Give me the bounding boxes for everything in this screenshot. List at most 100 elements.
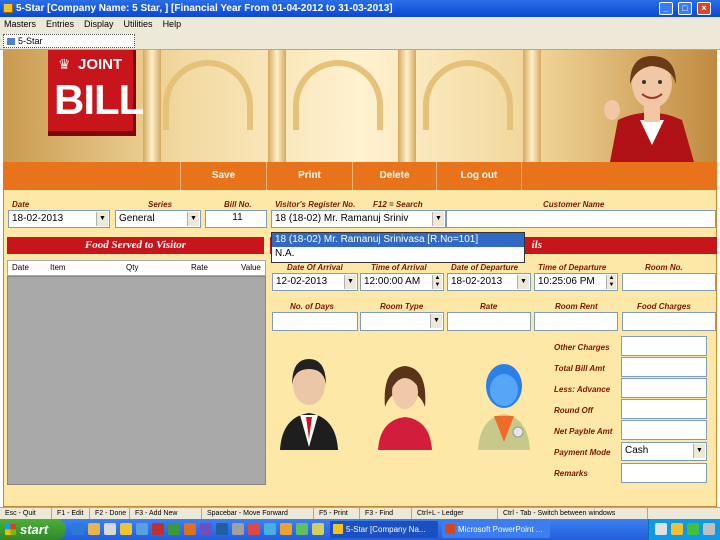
column-item[interactable]: Item (50, 263, 66, 272)
spinner-icon[interactable]: ▲ ▼ (432, 275, 442, 289)
menu-masters[interactable]: Masters (4, 19, 36, 29)
woman-user-icon (376, 362, 434, 450)
tray-volume-icon[interactable] (671, 523, 683, 535)
column-qty[interactable]: Qty (126, 263, 138, 272)
advance-label: Less: Advance (554, 385, 611, 394)
quicklaunch-ie-icon[interactable] (72, 523, 84, 535)
form-icon (7, 38, 15, 45)
delete-button[interactable]: Delete (352, 162, 436, 190)
maximize-button[interactable]: □ (678, 2, 692, 15)
visitor-register-select[interactable]: 18 (18-02) Mr. Ramanuj Sriniv ▼ (271, 210, 446, 228)
tray-network-icon[interactable] (655, 523, 667, 535)
arrival-date-label: Date Of Arrival (287, 263, 343, 272)
tray-security-icon[interactable] (687, 523, 699, 535)
food-section-header: Food Served to Visitor (7, 237, 264, 254)
minimize-button[interactable]: _ (659, 2, 673, 15)
menu-utilities[interactable]: Utilities (124, 19, 153, 29)
register-option-selected[interactable]: 18 (18-02) Mr. Ramanuj Srinivasa [R.No=1… (272, 233, 524, 247)
customer-name-input[interactable] (446, 210, 716, 228)
other-charges-label: Other Charges (554, 343, 610, 352)
quicklaunch-folder-icon[interactable] (88, 523, 100, 535)
start-button[interactable]: start (0, 519, 66, 540)
quicklaunch-red-icon[interactable] (248, 523, 260, 535)
food-grid-body[interactable] (7, 276, 266, 485)
quicklaunch-orange-icon[interactable] (184, 523, 196, 535)
days-label: No. of Days (290, 302, 335, 311)
tray-misc-icon[interactable] (703, 523, 715, 535)
bill-no-label: Bill No. (224, 200, 252, 209)
guest-user-icon (476, 354, 532, 450)
column-rate[interactable]: Rate (191, 263, 208, 272)
quicklaunch-purple-icon[interactable] (200, 523, 212, 535)
register-option-na[interactable]: N.A. (272, 247, 524, 261)
quicklaunch-tool-icon[interactable] (152, 523, 164, 535)
menu-bar: Masters Entries Display Utilities Help (0, 17, 720, 31)
quicklaunch-green-icon[interactable] (168, 523, 180, 535)
series-select[interactable]: General ▼ (115, 210, 201, 228)
remarks-input[interactable] (621, 463, 707, 483)
logout-button[interactable]: Log out (436, 162, 522, 190)
save-button[interactable]: Save (180, 162, 266, 190)
joint-bill-logo: ♛ JOINT BILL (48, 50, 144, 136)
food-charges-input[interactable] (622, 312, 716, 331)
rate-label: Rate (480, 302, 498, 311)
quicklaunch-cyan-icon[interactable] (264, 523, 276, 535)
room-type-select[interactable]: ▼ (360, 312, 444, 331)
mdi-tab-bar: 5-Star (0, 31, 720, 50)
chevron-down-icon[interactable]: ▼ (693, 444, 705, 458)
column-value[interactable]: Value (241, 263, 261, 272)
chevron-down-icon[interactable]: ▼ (430, 314, 442, 328)
shortcut-status-bar: Esc - Quit F1 - Edit F2 - Done F3 - Add … (0, 507, 720, 520)
businessman-icon (278, 355, 340, 450)
menu-display[interactable]: Display (84, 19, 114, 29)
chevron-down-icon[interactable]: ▼ (187, 212, 199, 226)
bill-no-input[interactable]: 11 (205, 210, 267, 228)
arrival-time-input[interactable]: 12:00:00 AM ▲ ▼ (360, 273, 444, 291)
round-off-input[interactable] (621, 399, 707, 419)
departure-date-picker[interactable]: 18-02-2013 ▼ (447, 273, 531, 291)
room-no-label: Room No. (645, 263, 683, 272)
other-charges-input[interactable] (621, 336, 707, 356)
print-button[interactable]: Print (266, 162, 352, 190)
room-no-input[interactable] (622, 273, 716, 291)
quicklaunch-gray-icon[interactable] (232, 523, 244, 535)
chevron-down-icon[interactable]: ▼ (96, 212, 108, 226)
food-charges-label: Food Charges (637, 302, 691, 311)
total-bill-input[interactable] (621, 357, 707, 377)
menu-help[interactable]: Help (163, 19, 182, 29)
quicklaunch-amber-icon[interactable] (280, 523, 292, 535)
quicklaunch-lime-icon[interactable] (296, 523, 308, 535)
net-payable-input[interactable] (621, 420, 707, 440)
room-type-label: Room Type (380, 302, 424, 311)
mdi-tab-5-star[interactable]: 5-Star (3, 34, 135, 48)
spinner-icon[interactable]: ▲ ▼ (606, 275, 616, 289)
register-dropdown-list[interactable]: 18 (18-02) Mr. Ramanuj Srinivasa [R.No=1… (271, 232, 525, 263)
quicklaunch-app-icon[interactable] (120, 523, 132, 535)
payment-mode-select[interactable]: Cash ▼ (621, 442, 707, 461)
quicklaunch-desktop-icon[interactable] (104, 523, 116, 535)
taskbar-item-powerpoint[interactable]: Microsoft PowerPoint ... (442, 521, 550, 538)
remarks-label: Remarks (554, 469, 588, 478)
windows-logo-icon (5, 524, 16, 535)
departure-time-input[interactable]: 10:25:06 PM ▲ ▼ (534, 273, 618, 291)
taskbar-item-5-star[interactable]: 5-Star [Company Na... (330, 521, 438, 538)
chevron-down-icon[interactable]: ▼ (344, 275, 356, 289)
room-rent-input[interactable] (534, 312, 618, 331)
quicklaunch-blue-icon[interactable] (216, 523, 228, 535)
advance-input[interactable] (621, 378, 707, 398)
quicklaunch-yellow-icon[interactable] (312, 523, 324, 535)
system-tray (648, 519, 720, 540)
chevron-down-icon[interactable]: ▼ (432, 212, 444, 226)
windows-taskbar: start 5-Star [Company Na... Microsoft Po… (0, 519, 720, 540)
date-picker[interactable]: 18-02-2013 ▼ (8, 210, 110, 228)
quicklaunch-media-icon[interactable] (136, 523, 148, 535)
customer-name-label: Customer Name (543, 200, 605, 209)
close-button[interactable]: × (697, 2, 711, 15)
days-input[interactable] (272, 312, 358, 331)
arrival-time-label: Time of Arrival (371, 263, 427, 272)
column-date[interactable]: Date (12, 263, 29, 272)
chevron-down-icon[interactable]: ▼ (517, 275, 529, 289)
menu-entries[interactable]: Entries (46, 19, 74, 29)
arrival-date-picker[interactable]: 12-02-2013 ▼ (272, 273, 358, 291)
rate-input[interactable] (447, 312, 531, 331)
